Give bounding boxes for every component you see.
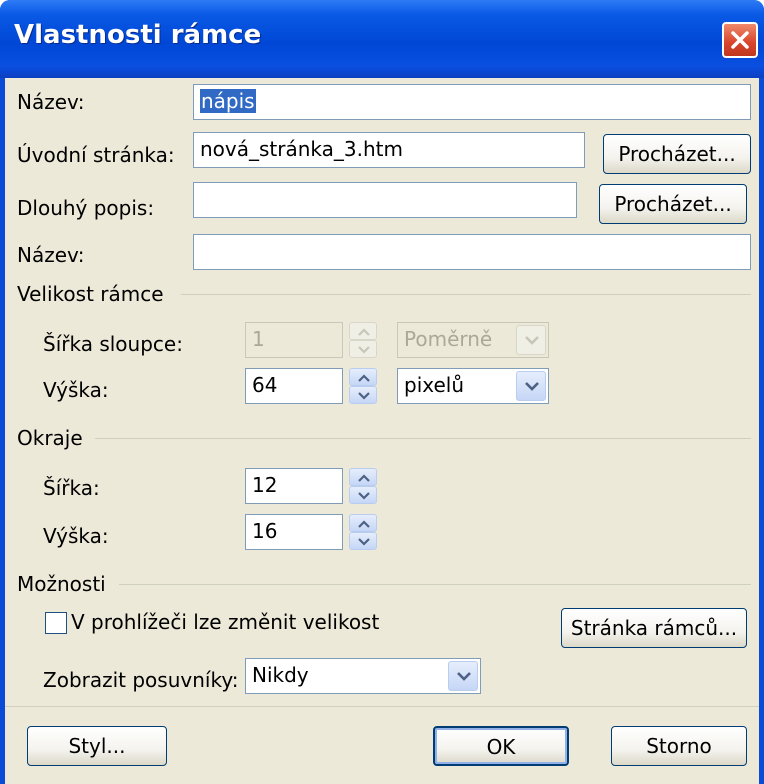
spin-up-icon (358, 520, 370, 528)
column-width-unit-select[interactable]: Poměrně (397, 322, 549, 358)
spin-down-icon (358, 392, 370, 400)
frame-height-unit-dropdown-button[interactable] (516, 371, 546, 401)
spin-up-icon (358, 374, 370, 382)
spin-down-icon (358, 492, 370, 500)
spin-up-icon (358, 474, 370, 482)
dialog-body: Název: nápis Úvodní stránka: nová_stránk… (5, 78, 759, 784)
chevron-down-icon (457, 672, 471, 681)
frame-height-input[interactable]: 64 (245, 368, 343, 404)
margins-group-label: Okraje (17, 426, 83, 450)
scrollbars-dropdown-button[interactable] (448, 661, 478, 691)
ok-button[interactable]: OK (433, 726, 569, 766)
column-width-unit-value: Poměrně (404, 327, 493, 351)
column-width-unit-dropdown-button[interactable] (516, 325, 546, 355)
start-page-input[interactable]: nová_stránka_3.htm (193, 132, 585, 168)
margin-height-spin-up[interactable] (349, 514, 377, 532)
spin-down-icon (358, 538, 370, 546)
name-input[interactable]: nápis (193, 84, 751, 120)
margin-width-value: 12 (252, 473, 278, 497)
frame-height-spinner[interactable] (349, 368, 377, 404)
frames-page-button[interactable]: Stránka rámců... (561, 608, 747, 648)
long-description-input[interactable] (193, 182, 577, 218)
margin-height-value: 16 (252, 519, 278, 543)
title-bar[interactable]: Vlastnosti rámce (0, 0, 764, 78)
margins-divider (95, 438, 751, 439)
column-width-input[interactable]: 1 (245, 322, 343, 358)
resize-checkbox[interactable] (45, 612, 67, 634)
frame-size-divider (181, 294, 751, 295)
margin-height-label: Výška: (43, 524, 109, 548)
chevron-down-icon (525, 336, 539, 345)
column-width-spinner[interactable] (349, 322, 377, 358)
browse-start-page-button[interactable]: Procházet... (603, 134, 751, 174)
options-divider (119, 584, 751, 585)
frame-height-spin-down[interactable] (349, 386, 377, 404)
margin-width-spinner[interactable] (349, 468, 377, 504)
scrollbars-select[interactable]: Nikdy (245, 658, 481, 694)
margin-height-spinner[interactable] (349, 514, 377, 550)
frame-height-value: 64 (252, 373, 278, 397)
margin-height-input[interactable]: 16 (245, 514, 343, 550)
margin-width-spin-up[interactable] (349, 468, 377, 486)
margin-width-label: Šířka: (43, 476, 100, 500)
close-button[interactable] (722, 22, 758, 58)
dialog-window: Vlastnosti rámce Název: nápis Úvodní str… (0, 0, 764, 784)
column-width-spin-down[interactable] (349, 340, 377, 358)
button-row-divider (5, 706, 759, 707)
scrollbars-label: Zobrazit posuvníky: (43, 668, 239, 692)
dialog-title: Vlastnosti rámce (14, 20, 262, 50)
scrollbars-value: Nikdy (252, 663, 309, 687)
spin-down-icon (358, 346, 370, 354)
column-width-label: Šířka sloupce: (43, 332, 183, 356)
column-width-value: 1 (252, 327, 265, 351)
browse-long-description-button[interactable]: Procházet... (599, 184, 747, 224)
title-input[interactable] (193, 234, 751, 270)
frame-height-label: Výška: (43, 378, 109, 402)
cancel-button[interactable]: Storno (611, 726, 747, 766)
chevron-down-icon (525, 382, 539, 391)
start-page-label: Úvodní stránka: (17, 143, 175, 167)
column-width-spin-up[interactable] (349, 322, 377, 340)
name-input-value: nápis (200, 89, 256, 113)
style-button[interactable]: Styl... (27, 726, 167, 766)
frame-height-unit-value: pixelů (404, 373, 465, 397)
name-label: Název: (17, 90, 85, 114)
title-label: Název: (17, 243, 85, 267)
resize-checkbox-label[interactable]: V prohlížeči lze změnit velikost (71, 610, 379, 634)
start-page-value: nová_stránka_3.htm (200, 137, 403, 161)
options-group-label: Možnosti (17, 572, 106, 596)
spin-up-icon (358, 328, 370, 336)
frame-size-group-label: Velikost rámce (17, 282, 164, 306)
margin-width-spin-down[interactable] (349, 486, 377, 504)
close-icon (731, 31, 749, 49)
margin-width-input[interactable]: 12 (245, 468, 343, 504)
frame-height-unit-select[interactable]: pixelů (397, 368, 549, 404)
frame-height-spin-up[interactable] (349, 368, 377, 386)
long-description-label: Dlouhý popis: (17, 196, 155, 220)
margin-height-spin-down[interactable] (349, 532, 377, 550)
